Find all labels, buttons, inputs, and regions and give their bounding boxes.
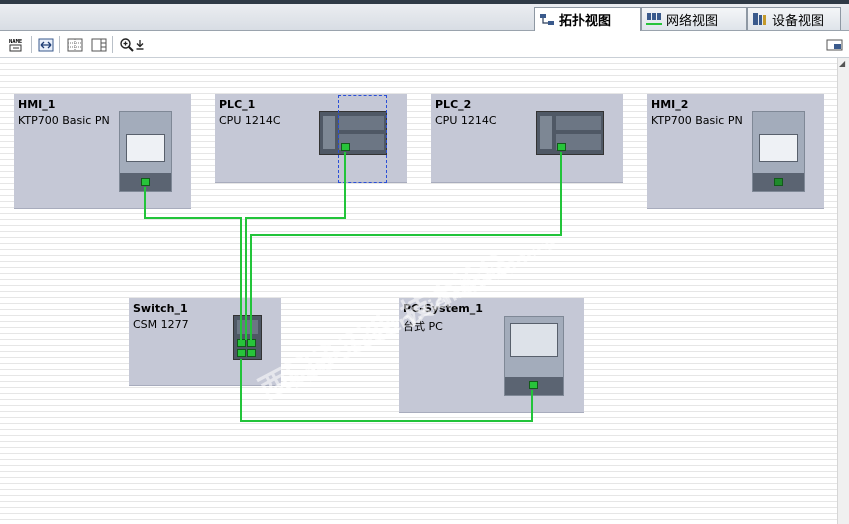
plc-1-profinet-port[interactable]	[341, 143, 350, 151]
device-view-icon	[752, 12, 768, 26]
toolbar-separator	[112, 36, 113, 53]
switch-1-port-4[interactable]	[247, 349, 256, 357]
scroll-up-arrow-icon[interactable]: ◢	[839, 60, 847, 68]
device-name: HMI_2	[651, 98, 689, 111]
zoom-dropdown-button[interactable]	[134, 35, 146, 54]
tab-label: 拓扑视图	[559, 14, 612, 29]
network-view-icon	[646, 12, 662, 26]
overview-navigation-icon	[826, 39, 842, 50]
topology-view-icon	[539, 13, 555, 27]
device-type: KTP700 Basic PN	[651, 114, 743, 127]
hmi-screen	[759, 134, 798, 162]
tab-device-view[interactable]: 设备视图	[747, 7, 841, 30]
device-type: CPU 1214C	[219, 114, 281, 127]
split-view-icon	[91, 38, 106, 51]
tab-label: 网络视图	[666, 13, 719, 29]
device-type: CPU 1214C	[435, 114, 497, 127]
split-view-button[interactable]	[89, 35, 108, 54]
switch-top-block	[237, 320, 258, 334]
name-label-icon: NAME	[9, 39, 22, 51]
device-type: 台式 PC	[403, 320, 443, 333]
switch-1-port-2[interactable]	[247, 339, 256, 347]
toolbar-separator	[59, 36, 60, 53]
toolbar-separator	[31, 36, 32, 53]
fit-to-window-button[interactable]	[36, 35, 55, 54]
pc-screen	[510, 323, 558, 357]
pc-system-1-profinet-port[interactable]	[529, 381, 538, 389]
plc-cpu-front	[540, 116, 552, 149]
fit-width-icon	[38, 38, 53, 51]
device-name: PLC_1	[219, 98, 256, 111]
device-name: Switch_1	[133, 302, 188, 315]
device-type: CSM 1277	[133, 318, 189, 331]
title-strip	[0, 0, 849, 4]
view-tab-bar: 拓扑视图 网络视图 设备视图	[0, 0, 849, 31]
show-device-name-button[interactable]: NAME	[7, 35, 26, 54]
tab-label: 设备视图	[772, 13, 825, 29]
device-name: HMI_1	[18, 98, 56, 111]
plc-2-cpu-image	[536, 111, 604, 155]
vertical-scrollbar[interactable]	[837, 58, 849, 524]
topology-toolbar: NAME	[0, 31, 849, 58]
switch-1-port-3[interactable]	[237, 349, 246, 357]
svg-text:NAME: NAME	[9, 39, 22, 45]
device-name: PC-System_1	[403, 302, 483, 315]
tab-topology-view[interactable]: 拓扑视图	[534, 7, 641, 31]
device-type: KTP700 Basic PN	[18, 114, 110, 127]
plc-cpu-front	[323, 116, 335, 149]
overview-table-button[interactable]	[65, 35, 84, 54]
minimap-toggle-button[interactable]	[825, 35, 844, 54]
plc-2-profinet-port[interactable]	[557, 143, 566, 151]
plc-io-block	[556, 116, 601, 130]
hmi-1-profinet-port[interactable]	[141, 178, 150, 186]
hmi-screen	[126, 134, 165, 162]
switch-1-port-1[interactable]	[237, 339, 246, 347]
hmi-2-profinet-port[interactable]	[774, 178, 783, 186]
zoom-in-icon	[119, 37, 134, 52]
arrow-down-bar-icon	[136, 39, 144, 50]
plc-1-interface-selection[interactable]	[338, 95, 387, 183]
device-name: PLC_2	[435, 98, 472, 111]
tab-network-view[interactable]: 网络视图	[641, 7, 747, 30]
table-icon	[67, 38, 82, 51]
